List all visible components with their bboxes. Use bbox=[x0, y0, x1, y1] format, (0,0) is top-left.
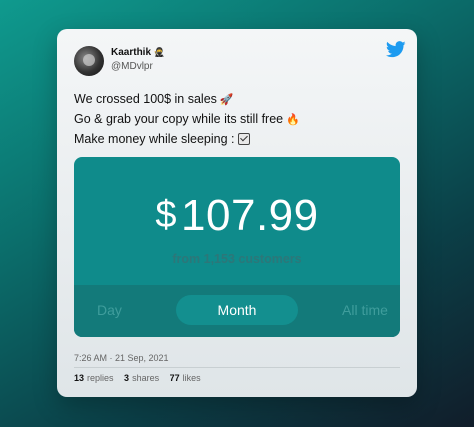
tweet-line: Go & grab your copy while its still free… bbox=[74, 110, 300, 130]
author-emoji-icon: 🥷 bbox=[153, 47, 166, 57]
tweet-body: We crossed 100$ in sales 🚀 Go & grab your… bbox=[74, 90, 300, 149]
sales-panel: $107.99 from 1,153 customers Day Month A… bbox=[74, 157, 400, 337]
twitter-bird-icon[interactable] bbox=[386, 41, 406, 58]
shares-count: 3 bbox=[124, 373, 130, 383]
tweet-line: We crossed 100$ in sales 🚀 bbox=[74, 90, 300, 110]
tab-month[interactable]: Month bbox=[176, 295, 298, 325]
sales-amount: $107.99 bbox=[74, 191, 400, 241]
period-tabs: Day Month All time bbox=[74, 285, 400, 337]
author-name-text: Kaarthik bbox=[111, 47, 152, 58]
tweet-line-text: Go & grab your copy while its still free bbox=[74, 112, 284, 126]
tab-day[interactable]: Day bbox=[97, 285, 122, 337]
replies-count: 13 bbox=[74, 373, 85, 383]
replies-label: replies bbox=[87, 373, 114, 383]
currency-symbol: $ bbox=[155, 194, 178, 236]
checkbox-icon bbox=[237, 133, 250, 145]
tweet-stats: 13 replies 3 shares 77 likes bbox=[74, 373, 209, 383]
author-handle[interactable]: @MDvlpr bbox=[111, 61, 153, 72]
fire-icon: 🔥 bbox=[286, 114, 300, 126]
rocket-icon: 🚀 bbox=[219, 94, 234, 106]
divider bbox=[74, 367, 400, 368]
likes-count: 77 bbox=[169, 373, 180, 383]
tweet-line: Make money while sleeping : bbox=[74, 130, 300, 149]
tweet-line-text: Make money while sleeping : bbox=[74, 132, 235, 146]
author-name[interactable]: Kaarthik 🥷 bbox=[111, 47, 165, 58]
tweet-timestamp[interactable]: 7:26 AM · 21 Sep, 2021 bbox=[74, 353, 169, 363]
shares-label: shares bbox=[132, 373, 160, 383]
avatar[interactable] bbox=[74, 46, 104, 76]
likes-label: likes bbox=[182, 373, 201, 383]
replies-stat[interactable]: 13 replies bbox=[74, 373, 114, 383]
shares-stat[interactable]: 3 shares bbox=[124, 373, 159, 383]
tab-all-time[interactable]: All time bbox=[342, 285, 388, 337]
amount-value: 107.99 bbox=[181, 191, 319, 240]
likes-stat[interactable]: 77 likes bbox=[170, 373, 201, 383]
customers-subtitle: from 1,153 customers bbox=[172, 252, 302, 266]
tweet-card: Kaarthik 🥷 @MDvlpr We crossed 100$ in sa… bbox=[57, 29, 417, 397]
tweet-line-text: We crossed 100$ in sales bbox=[74, 92, 217, 106]
